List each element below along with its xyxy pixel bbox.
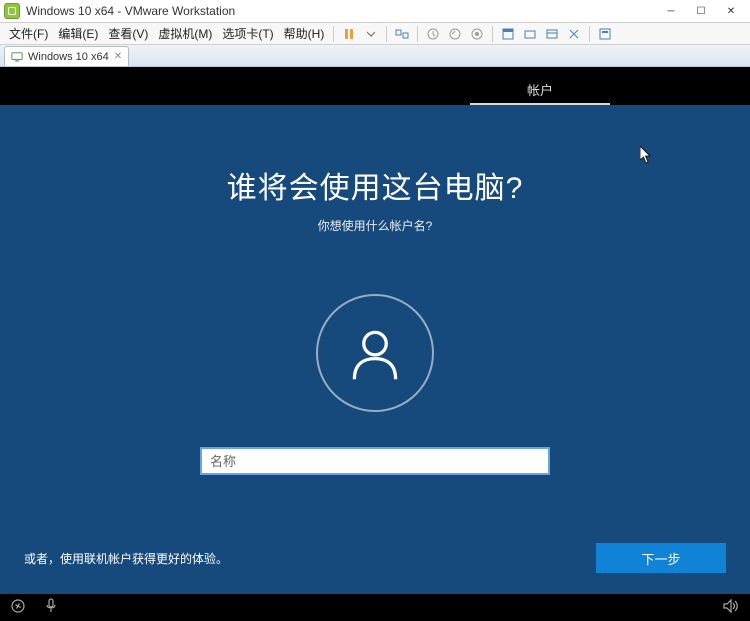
page-subheading: 你想使用什么帐户名? bbox=[318, 217, 433, 234]
pause-icon[interactable] bbox=[341, 26, 357, 42]
menubar: 文件(F) 编辑(E) 查看(V) 虚拟机(M) 选项卡(T) 帮助(H) bbox=[0, 23, 750, 45]
library-icon[interactable] bbox=[597, 26, 613, 42]
oobe-body: 谁将会使用这台电脑? 你想使用什么帐户名? bbox=[0, 105, 750, 534]
separator bbox=[386, 26, 387, 42]
menu-view[interactable]: 查看(V) bbox=[103, 23, 153, 45]
vm-display: 帐户 谁将会使用这台电脑? 你想使用什么帐户名? 或者，使用联机帐户获得更好的体… bbox=[0, 67, 750, 621]
separator bbox=[333, 26, 334, 42]
window-titlebar: Windows 10 x64 - VMware Workstation ─ ☐ … bbox=[0, 0, 750, 23]
console-view-icon[interactable] bbox=[544, 26, 560, 42]
vmware-app-icon bbox=[4, 3, 20, 19]
maximize-button[interactable]: ☐ bbox=[686, 0, 716, 22]
menu-edit[interactable]: 编辑(E) bbox=[53, 23, 103, 45]
page-heading: 谁将会使用这台电脑? bbox=[227, 163, 524, 207]
window-title: Windows 10 x64 - VMware Workstation bbox=[26, 4, 656, 18]
dropdown-icon[interactable] bbox=[363, 26, 379, 42]
ease-of-access-icon[interactable] bbox=[10, 598, 26, 617]
unity-icon[interactable] bbox=[522, 26, 538, 42]
vm-tab[interactable]: Windows 10 x64 ✕ bbox=[4, 46, 129, 66]
send-ctrl-alt-del-icon[interactable] bbox=[394, 26, 410, 42]
menu-file[interactable]: 文件(F) bbox=[4, 23, 53, 45]
avatar-placeholder bbox=[316, 294, 434, 412]
separator bbox=[492, 26, 493, 42]
next-button[interactable]: 下一步 bbox=[596, 543, 726, 573]
tab-strip: Windows 10 x64 ✕ bbox=[0, 45, 750, 67]
volume-icon[interactable] bbox=[722, 598, 740, 617]
menu-vm[interactable]: 虚拟机(M) bbox=[153, 23, 217, 45]
oobe-tab-label: 帐户 bbox=[527, 80, 553, 101]
person-icon bbox=[345, 323, 405, 383]
oobe-tab-account[interactable]: 帐户 bbox=[470, 75, 610, 105]
monitor-icon bbox=[11, 51, 23, 63]
window-controls: ─ ☐ ✕ bbox=[656, 0, 746, 22]
menu-help[interactable]: 帮助(H) bbox=[279, 23, 330, 45]
tab-label: Windows 10 x64 bbox=[28, 51, 109, 63]
separator bbox=[417, 26, 418, 42]
stretch-icon[interactable] bbox=[566, 26, 582, 42]
microphone-icon[interactable] bbox=[44, 598, 58, 617]
name-input[interactable] bbox=[200, 447, 550, 475]
menu-tabs[interactable]: 选项卡(T) bbox=[217, 23, 278, 45]
snapshot-icon[interactable] bbox=[425, 26, 441, 42]
fullscreen-icon[interactable] bbox=[500, 26, 516, 42]
snapshot-manage-icon[interactable] bbox=[469, 26, 485, 42]
online-account-link[interactable]: 或者，使用联机帐户获得更好的体验。 bbox=[24, 550, 228, 567]
oobe-screen: 帐户 谁将会使用这台电脑? 你想使用什么帐户名? 或者，使用联机帐户获得更好的体… bbox=[0, 75, 750, 594]
oobe-topbar: 帐户 bbox=[0, 75, 750, 105]
oobe-footer: 或者，使用联机帐户获得更好的体验。 下一步 bbox=[0, 534, 750, 594]
tab-close-icon[interactable]: ✕ bbox=[114, 51, 122, 62]
separator bbox=[589, 26, 590, 42]
close-button[interactable]: ✕ bbox=[716, 0, 746, 22]
snapshot-revert-icon[interactable] bbox=[447, 26, 463, 42]
minimize-button[interactable]: ─ bbox=[656, 0, 686, 22]
vm-statusbar bbox=[0, 594, 750, 621]
